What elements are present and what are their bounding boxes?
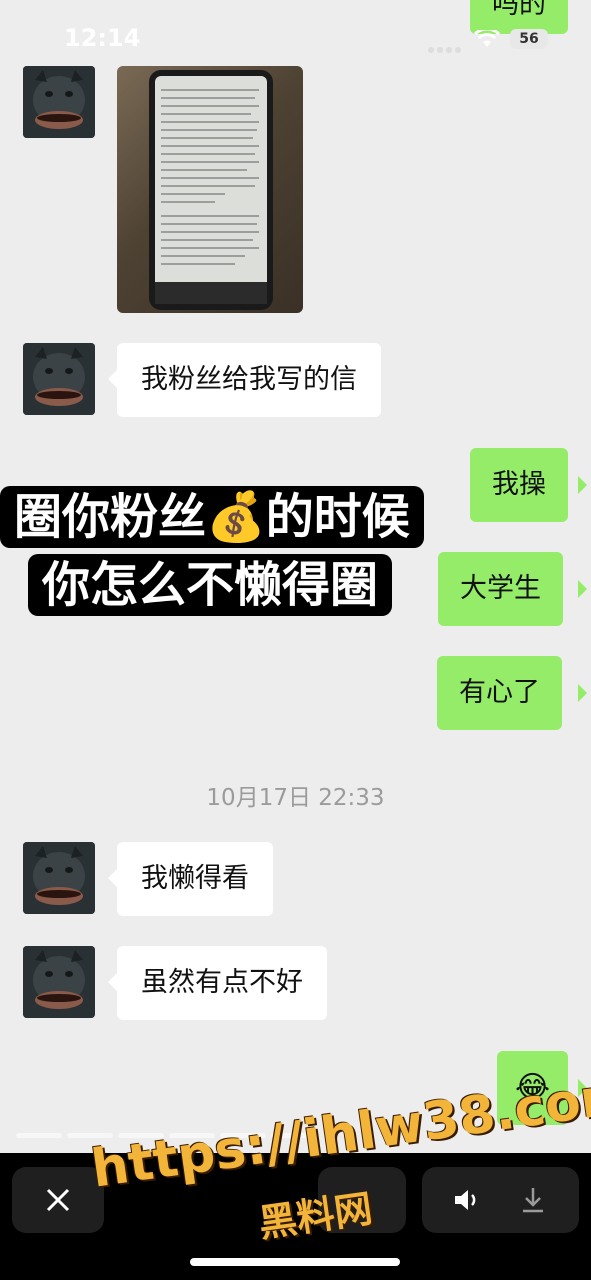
- partial-sent-text: 吗的: [492, 0, 546, 20]
- volume-icon[interactable]: [452, 1187, 482, 1213]
- battery-indicator: 56: [510, 29, 548, 49]
- message-text: 我操: [492, 469, 546, 500]
- monster-avatar-icon: [23, 66, 95, 138]
- caption-line-2: 你怎么不懒得圈: [28, 554, 393, 616]
- contact-avatar[interactable]: [23, 66, 95, 138]
- contact-avatar[interactable]: [23, 946, 95, 1018]
- status-time: 12:14: [64, 24, 141, 52]
- caption-line-1: 圈你粉丝💰的时候: [0, 486, 424, 548]
- received-message-bubble[interactable]: 我懒得看: [117, 842, 273, 916]
- received-message-bubble[interactable]: 虽然有点不好: [117, 946, 327, 1020]
- message-text: 虽然有点不好: [141, 967, 303, 998]
- bubble-tail: [578, 684, 587, 702]
- media-controls-group: [422, 1167, 579, 1233]
- wifi-icon: [473, 27, 501, 48]
- message-text: 大学生: [460, 573, 541, 604]
- bubble-tail: [578, 476, 587, 494]
- bubble-tail: [578, 580, 587, 598]
- bubble-tail: [108, 370, 117, 388]
- received-message-bubble[interactable]: 我粉丝给我写的信: [117, 343, 381, 417]
- handwritten-letter-image: [155, 76, 267, 304]
- contact-avatar[interactable]: [23, 842, 95, 914]
- bubble-tail: [108, 869, 117, 887]
- bubble-tail: [108, 973, 117, 991]
- message-text: 有心了: [459, 677, 540, 708]
- sent-message-bubble[interactable]: 大学生: [438, 552, 563, 626]
- message-text: 我懒得看: [141, 863, 249, 894]
- home-indicator[interactable]: [190, 1258, 400, 1266]
- phone-in-photo: [149, 70, 273, 310]
- contact-avatar[interactable]: [23, 343, 95, 415]
- letter-photo-message[interactable]: [117, 66, 303, 313]
- sent-message-bubble[interactable]: 有心了: [437, 656, 562, 730]
- signal-dots: [428, 38, 468, 53]
- sent-message-bubble[interactable]: 我操: [470, 448, 568, 522]
- message-text: 我粉丝给我写的信: [141, 364, 357, 395]
- close-button[interactable]: [12, 1167, 104, 1233]
- download-icon[interactable]: [520, 1185, 546, 1215]
- story-progress-segment: [16, 1133, 62, 1138]
- close-icon: [46, 1188, 70, 1212]
- chat-timestamp: 10月17日 22:33: [206, 785, 385, 811]
